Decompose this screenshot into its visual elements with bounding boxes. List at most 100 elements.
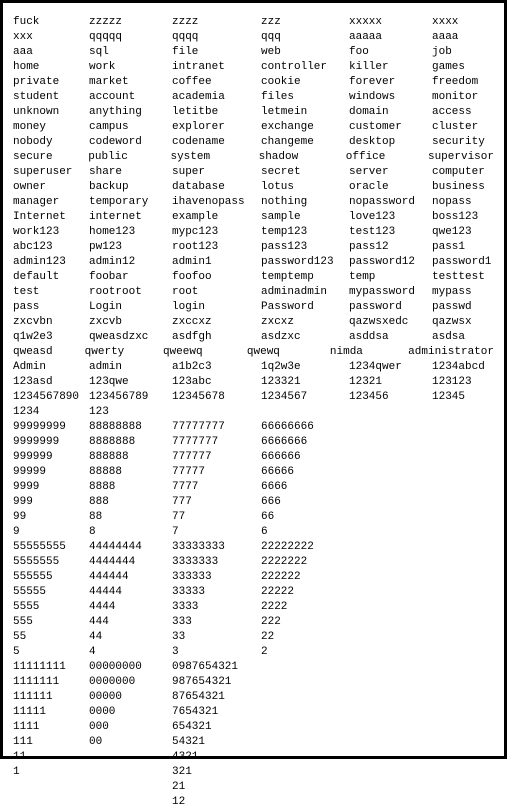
list-item: domain bbox=[349, 105, 432, 120]
list-item: web bbox=[261, 45, 349, 60]
list-item bbox=[432, 405, 494, 420]
list-item: forever bbox=[349, 75, 432, 90]
list-item: shadow bbox=[259, 150, 346, 165]
list-item: zzzzz bbox=[89, 15, 172, 30]
list-item: admin1 bbox=[172, 255, 261, 270]
list-item bbox=[261, 660, 349, 675]
list-item: 5 bbox=[13, 645, 89, 660]
list-item: 22222222 bbox=[261, 540, 349, 555]
list-item: zzz bbox=[261, 15, 349, 30]
table-row: 5432 bbox=[13, 645, 494, 660]
list-item: 55 bbox=[13, 630, 89, 645]
list-item: 55555 bbox=[13, 585, 89, 600]
list-item bbox=[349, 585, 432, 600]
list-item: 888888 bbox=[89, 450, 172, 465]
list-item: access bbox=[432, 105, 494, 120]
table-row: 12 bbox=[13, 795, 494, 810]
list-item: home bbox=[13, 60, 89, 75]
list-item bbox=[432, 585, 494, 600]
list-item: 99999 bbox=[13, 465, 89, 480]
list-item: boss123 bbox=[432, 210, 494, 225]
table-row: zxcvbnzxcvbzxccxzzxcxzqazwsxedcqazwsx bbox=[13, 315, 494, 330]
list-item bbox=[432, 495, 494, 510]
list-item: manager bbox=[13, 195, 89, 210]
table-row: 1110054321 bbox=[13, 735, 494, 750]
list-item: 8 bbox=[89, 525, 172, 540]
table-row: 1111000654321 bbox=[13, 720, 494, 735]
list-item bbox=[432, 675, 494, 690]
table-row: managertemporaryihavenopassnothingnopass… bbox=[13, 195, 494, 210]
list-item: qqqq bbox=[172, 30, 261, 45]
table-row: 123asd123qwe123abc12332112321123123 bbox=[13, 375, 494, 390]
list-item: freedom bbox=[432, 75, 494, 90]
list-item: zxcvbn bbox=[13, 315, 89, 330]
list-item: asdsa bbox=[432, 330, 494, 345]
list-item: windows bbox=[349, 90, 432, 105]
list-item: 4444444 bbox=[89, 555, 172, 570]
list-item: 777 bbox=[172, 495, 261, 510]
list-item bbox=[432, 690, 494, 705]
list-item: 333 bbox=[172, 615, 261, 630]
list-item: public bbox=[88, 150, 170, 165]
table-row: 1234567890123456789123456781234567123456… bbox=[13, 390, 494, 405]
list-item bbox=[261, 690, 349, 705]
table-row: 1234123 bbox=[13, 405, 494, 420]
list-item: 88 bbox=[89, 510, 172, 525]
list-item bbox=[432, 510, 494, 525]
list-item: 444444 bbox=[89, 570, 172, 585]
list-item: password bbox=[349, 300, 432, 315]
list-item bbox=[13, 795, 89, 810]
list-item: 123321 bbox=[261, 375, 349, 390]
table-row: admin123admin12admin1password123password… bbox=[13, 255, 494, 270]
list-item: 1234567890 bbox=[13, 390, 89, 405]
list-item: secure bbox=[13, 150, 88, 165]
list-item: 888 bbox=[89, 495, 172, 510]
list-item: pass1 bbox=[432, 240, 494, 255]
list-item: 0987654321 bbox=[172, 660, 261, 675]
list-item: server bbox=[349, 165, 432, 180]
list-item: 77777 bbox=[172, 465, 261, 480]
table-row: abc123pw123root123pass123pass12pass1 bbox=[13, 240, 494, 255]
list-item: 6666 bbox=[261, 480, 349, 495]
list-item: aaa bbox=[13, 45, 89, 60]
list-item: 12 bbox=[172, 795, 261, 810]
table-row: qweasdqwertyqweewqqwewqnimdaadministrato… bbox=[13, 345, 494, 360]
list-item bbox=[349, 555, 432, 570]
table-row: 1321 bbox=[13, 765, 494, 780]
list-item bbox=[172, 405, 261, 420]
list-item: 12321 bbox=[349, 375, 432, 390]
list-item: 44 bbox=[89, 630, 172, 645]
list-item bbox=[349, 675, 432, 690]
list-item: 1111 bbox=[13, 720, 89, 735]
list-item: nimda bbox=[330, 345, 408, 360]
list-item: 123abc bbox=[172, 375, 261, 390]
list-item bbox=[432, 600, 494, 615]
table-row: 99999999888888887777777766666666 bbox=[13, 420, 494, 435]
table-row: 99999888887777766666 bbox=[13, 465, 494, 480]
list-item: 123456789 bbox=[89, 390, 172, 405]
table-row: testrootrootrootadminadminmypasswordmypa… bbox=[13, 285, 494, 300]
list-item: nobody bbox=[13, 135, 89, 150]
list-item: login bbox=[172, 300, 261, 315]
list-item: 22222 bbox=[261, 585, 349, 600]
list-item: 123 bbox=[89, 405, 172, 420]
list-item bbox=[349, 660, 432, 675]
table-row: work123home123mypc123temp123test123qwe12… bbox=[13, 225, 494, 240]
list-item bbox=[432, 630, 494, 645]
list-item: 1234abcd bbox=[432, 360, 494, 375]
list-item bbox=[261, 735, 349, 750]
list-item bbox=[432, 555, 494, 570]
list-item: asdfgh bbox=[172, 330, 261, 345]
list-item: superuser bbox=[13, 165, 89, 180]
list-item: 1111111 bbox=[13, 675, 89, 690]
rows-container: fuckzzzzzzzzzzzzxxxxxxxxxxxxqqqqqqqqqqqq… bbox=[13, 15, 494, 810]
list-item: 5555555 bbox=[13, 555, 89, 570]
list-item bbox=[432, 435, 494, 450]
list-item: admin12 bbox=[89, 255, 172, 270]
list-item bbox=[349, 495, 432, 510]
list-item: root bbox=[172, 285, 261, 300]
list-item: 44444444 bbox=[89, 540, 172, 555]
list-item: 123123 bbox=[432, 375, 494, 390]
list-item: 5555 bbox=[13, 600, 89, 615]
list-item: 2222 bbox=[261, 600, 349, 615]
